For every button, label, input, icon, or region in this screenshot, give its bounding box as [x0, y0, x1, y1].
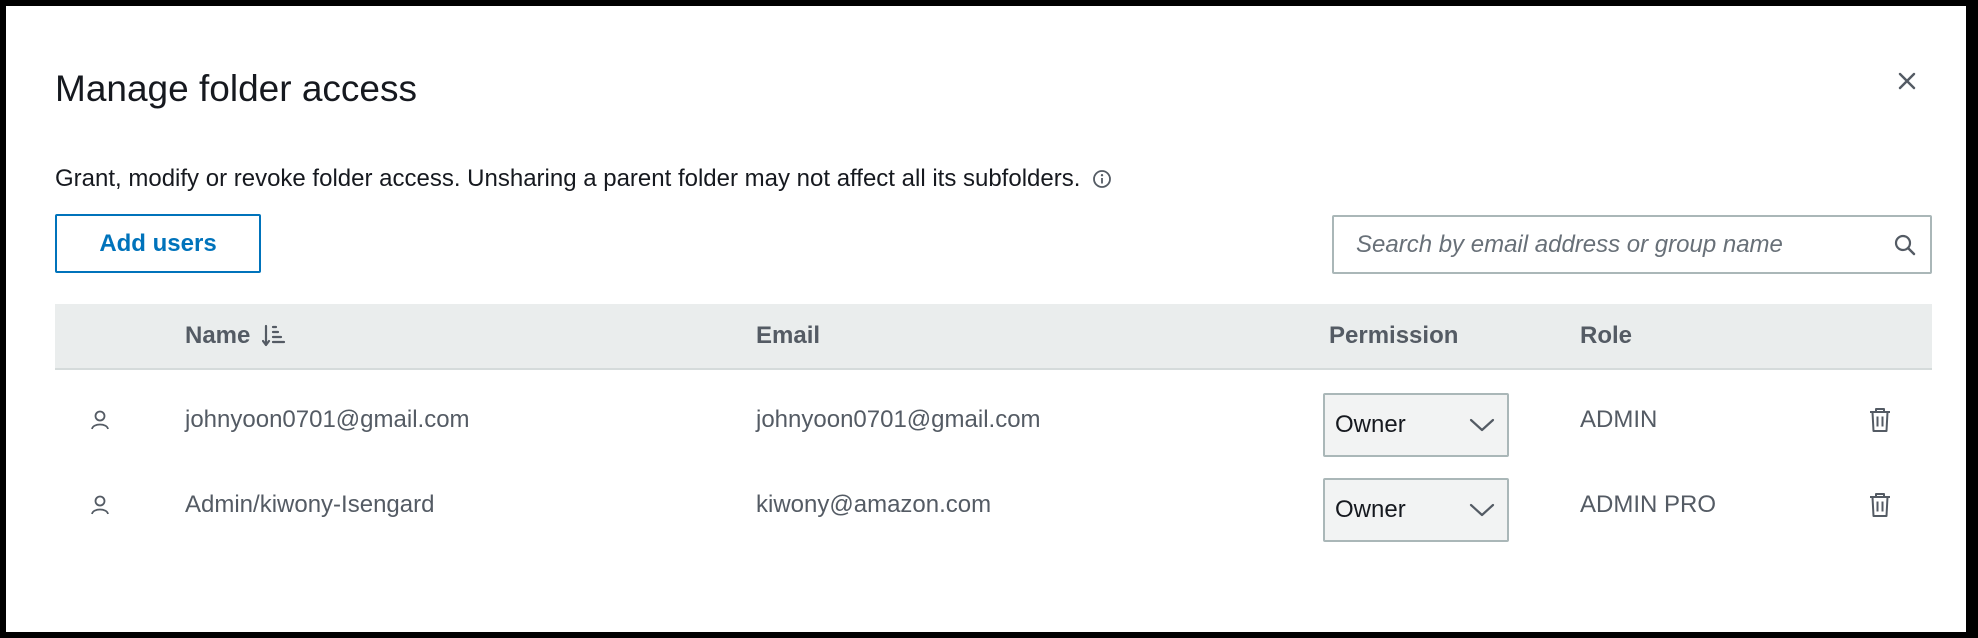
dialog-description: Grant, modify or revoke folder access. U…	[55, 162, 1112, 196]
row-name: Admin/kiwony-Isengard	[185, 490, 435, 518]
delete-button[interactable]	[1868, 462, 1892, 547]
trash-icon	[1868, 492, 1892, 518]
column-header-role: Role	[1580, 322, 1633, 349]
trash-icon	[1868, 407, 1892, 433]
table-row: Admin/kiwony-Isengard kiwony@amazon.com …	[55, 462, 1932, 547]
permission-select[interactable]: Owner	[1323, 393, 1509, 457]
row-email: kiwony@amazon.com	[756, 490, 992, 518]
info-icon[interactable]	[1092, 169, 1112, 189]
user-icon	[89, 462, 111, 547]
column-header-permission: Permission	[1329, 322, 1459, 349]
close-icon	[1898, 72, 1916, 95]
row-name: johnyoon0701@gmail.com	[185, 405, 470, 433]
permission-select[interactable]: Owner	[1323, 478, 1509, 542]
search-box	[1332, 215, 1932, 274]
delete-button[interactable]	[1868, 377, 1892, 462]
table-header: Name Email Permission Role	[55, 304, 1932, 370]
row-role: ADMIN PRO	[1580, 490, 1717, 518]
row-email: johnyoon0701@gmail.com	[756, 405, 1041, 433]
description-text: Grant, modify or revoke folder access. U…	[55, 165, 1081, 192]
permission-value: Owner	[1335, 411, 1406, 438]
column-header-name[interactable]: Name	[185, 304, 286, 368]
chevron-down-icon	[1469, 502, 1495, 518]
close-button[interactable]	[1891, 67, 1923, 99]
search-icon[interactable]	[1880, 233, 1930, 257]
column-header-email: Email	[756, 322, 821, 349]
column-name-label: Name	[185, 322, 251, 349]
manage-folder-access-dialog: Manage folder access Grant, modify or re…	[6, 6, 1966, 632]
permission-value: Owner	[1335, 496, 1406, 523]
row-role: ADMIN	[1580, 405, 1658, 433]
add-users-button[interactable]: Add users	[55, 214, 261, 273]
sort-descending-icon[interactable]	[262, 323, 286, 349]
search-input[interactable]	[1334, 217, 1880, 272]
chevron-down-icon	[1469, 417, 1495, 433]
table-row: johnyoon0701@gmail.com johnyoon0701@gmai…	[55, 377, 1932, 462]
user-icon	[89, 377, 111, 462]
dialog-title: Manage folder access	[55, 68, 417, 109]
